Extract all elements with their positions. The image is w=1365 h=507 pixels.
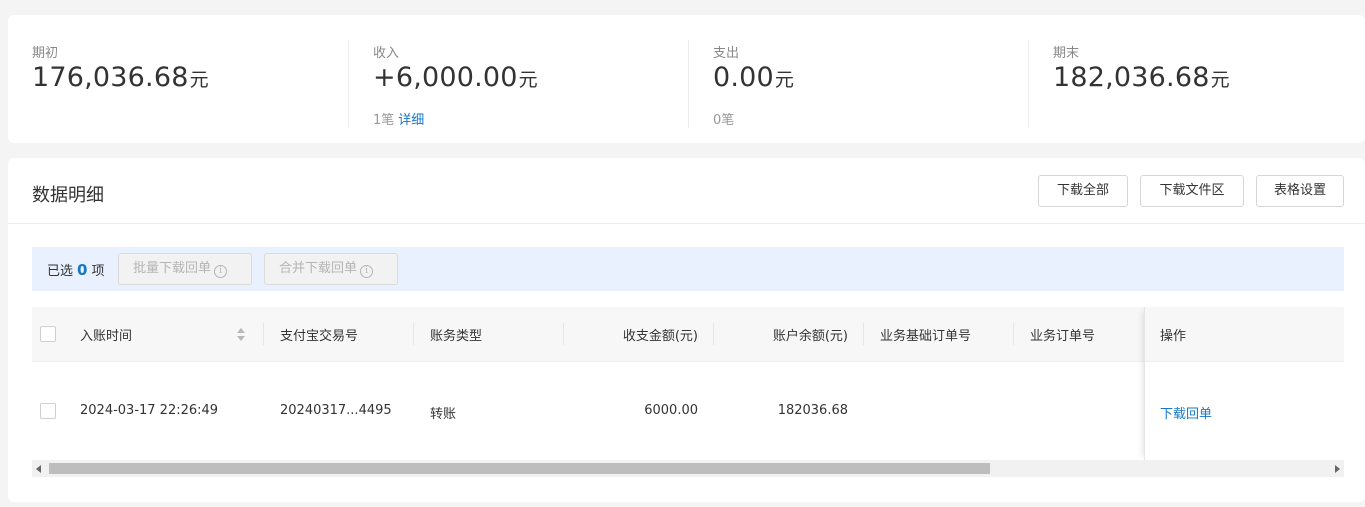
income-stat: 收入 +6,000.00元 1笔 详细 — [348, 40, 688, 128]
closing-value: 182,036.68元 — [1053, 62, 1230, 93]
row-checkbox[interactable] — [40, 403, 56, 419]
column-header-time[interactable]: 入账时间 — [80, 325, 132, 344]
expense-value: 0.00元 — [713, 62, 794, 93]
table-settings-button[interactable]: 表格设置 — [1256, 175, 1344, 207]
divider — [8, 223, 1365, 224]
expense-amount: 0.00 — [713, 62, 774, 93]
column-divider — [563, 323, 564, 345]
select-all-checkbox[interactable] — [40, 326, 56, 342]
opening-amount: 176,036.68 — [32, 62, 189, 93]
sort-up-icon — [237, 328, 245, 333]
closing-amount: 182,036.68 — [1053, 62, 1210, 93]
info-icon: i — [214, 265, 228, 278]
column-header-action: 操作 — [1160, 329, 1187, 344]
expense-count: 0笔 — [713, 113, 735, 128]
column-header-type: 账务类型 — [430, 329, 483, 344]
selected-count: 0 — [77, 261, 88, 279]
merge-download-label: 合并下载回单 — [279, 261, 358, 276]
income-count: 1笔 — [373, 113, 395, 128]
info-icon: i — [360, 265, 374, 278]
column-header-trade-no: 支付宝交易号 — [280, 329, 359, 344]
currency-unit: 元 — [1210, 69, 1230, 91]
column-header-balance: 账户余额(元) — [772, 329, 848, 344]
opening-value: 176,036.68元 — [32, 62, 209, 93]
download-all-button[interactable]: 下载全部 — [1038, 175, 1128, 207]
income-detail-link[interactable]: 详细 — [398, 113, 424, 128]
closing-balance: 期末 182,036.68元 — [1028, 40, 1365, 128]
opening-label: 期初 — [32, 46, 59, 61]
column-divider — [263, 323, 264, 345]
column-header-order-no: 业务订单号 — [1030, 329, 1096, 344]
transactions-table: 入账时间 支付宝交易号 账务类型 收支金额(元) 账户余额(元) 业务基础订单号… — [32, 307, 1344, 461]
sort-down-icon — [237, 336, 245, 341]
horizontal-scrollbar[interactable] — [32, 460, 1344, 477]
selection-suffix: 项 — [91, 264, 105, 279]
download-file-area-button[interactable]: 下载文件区 — [1140, 175, 1244, 207]
income-value: +6,000.00元 — [373, 62, 538, 93]
table-header: 入账时间 支付宝交易号 账务类型 收支金额(元) 账户余额(元) 业务基础订单号… — [32, 307, 1344, 362]
batch-download-receipt-button[interactable]: 批量下载回单 i — [118, 253, 252, 285]
batch-download-label: 批量下载回单 — [133, 261, 212, 276]
currency-unit: 元 — [518, 69, 538, 91]
column-divider — [713, 323, 714, 345]
scroll-left-arrow-icon[interactable] — [36, 465, 41, 473]
selection-bar: 已选 0 项 批量下载回单 i 合并下载回单 i — [32, 247, 1344, 291]
panel-title: 数据明细 — [32, 185, 104, 206]
cell-balance: 182036.68 — [777, 403, 848, 418]
opening-balance: 期初 176,036.68元 — [8, 40, 348, 128]
column-divider — [1013, 323, 1014, 345]
download-receipt-link[interactable]: 下载回单 — [1160, 403, 1212, 422]
balance-summary: 期初 176,036.68元 收入 +6,000.00元 1笔 详细 支出 0.0… — [8, 15, 1365, 143]
cell-type: 转账 — [430, 407, 457, 422]
income-amount: +6,000.00 — [373, 62, 518, 93]
merge-download-receipt-button[interactable]: 合并下载回单 i — [264, 253, 398, 285]
income-count-row: 1笔 详细 — [373, 109, 424, 128]
scroll-right-arrow-icon[interactable] — [1335, 465, 1340, 473]
sort-icon[interactable] — [237, 328, 246, 342]
data-detail-panel: 数据明细 下载全部 下载文件区 表格设置 已选 0 项 批量下载回单 i 合并下载回单… — [8, 158, 1365, 502]
cell-trade-no: 20240317...4495 — [280, 403, 392, 418]
income-label: 收入 — [373, 46, 400, 61]
column-header-amount: 收支金额(元) — [622, 329, 698, 344]
expense-label: 支出 — [713, 46, 740, 61]
currency-unit: 元 — [774, 69, 795, 91]
selection-prefix: 已选 — [47, 264, 74, 279]
currency-unit: 元 — [189, 69, 209, 91]
expense-stat: 支出 0.00元 0笔 — [688, 40, 1028, 128]
scrollbar-thumb[interactable] — [49, 463, 990, 474]
closing-label: 期末 — [1053, 46, 1080, 61]
column-divider — [863, 323, 864, 345]
cell-amount: 6000.00 — [644, 403, 698, 418]
column-header-base-order-no: 业务基础订单号 — [880, 329, 972, 344]
column-divider — [413, 323, 414, 345]
selection-summary: 已选 0 项 — [47, 260, 104, 279]
cell-time: 2024-03-17 22:26:49 — [80, 403, 219, 418]
table-row: 2024-03-17 22:26:49 20240317...4495 转账 6… — [32, 363, 1344, 461]
